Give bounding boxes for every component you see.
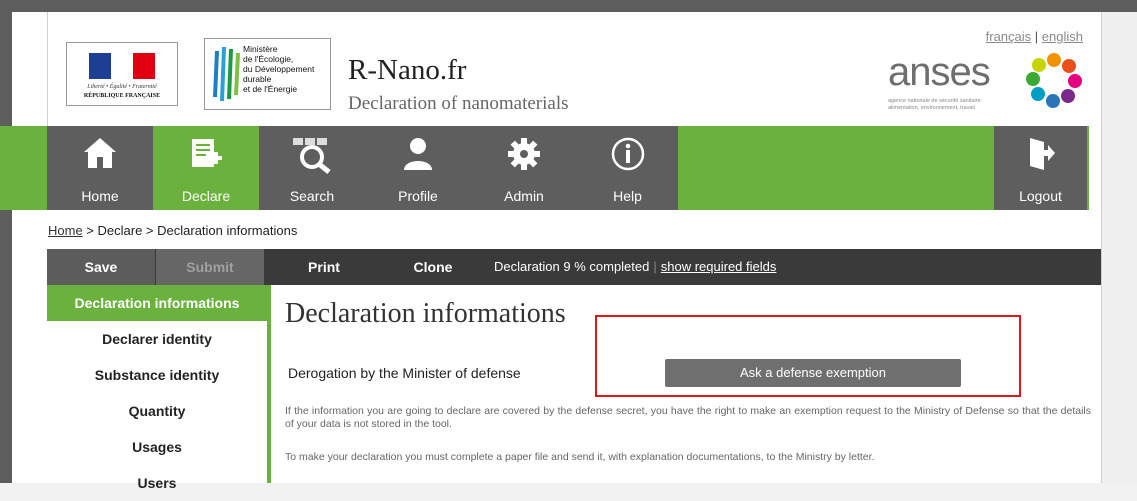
anses-tagline: agence nationale de sécurité sanitaire a… xyxy=(888,98,981,111)
declare-icon xyxy=(192,139,222,167)
breadcrumb-declare: Declare xyxy=(97,223,143,238)
anses-wordmark: anses xyxy=(888,50,991,94)
sidebar-item-declaration-informations[interactable]: Declaration informations xyxy=(47,285,267,321)
nav-admin[interactable]: Admin xyxy=(471,126,577,210)
derogation-label: Derogation by the Minister of defense xyxy=(288,365,521,381)
ministry-logo: Ministère de l'Écologie, du Développemen… xyxy=(204,38,331,110)
french-flag-icon xyxy=(89,53,155,79)
republique-francaise-logo: Liberté • Égalité • Fraternité RÉPUBLIQU… xyxy=(66,42,178,106)
window-left-border xyxy=(0,12,12,483)
profile-icon xyxy=(404,138,432,170)
sidebar-item-users[interactable]: Users xyxy=(47,465,267,501)
site-header: Liberté • Égalité • Fraternité RÉPUBLIQU… xyxy=(47,12,1102,138)
breadcrumb: Home > Declare > Declaration information… xyxy=(48,223,298,238)
ministry-text: Ministère de l'Écologie, du Développemen… xyxy=(243,44,315,94)
nav-spacer xyxy=(678,126,994,210)
gear-icon xyxy=(508,138,540,170)
nav-declare[interactable]: Declare xyxy=(153,126,259,210)
lang-english-link[interactable]: english xyxy=(1042,29,1083,44)
anses-flower-icon xyxy=(1026,53,1082,108)
info-icon xyxy=(611,137,644,171)
sidebar-item-usages[interactable]: Usages xyxy=(47,429,267,465)
site-subtitle: Declaration of nanomaterials xyxy=(348,93,569,114)
breadcrumb-current: Declaration informations xyxy=(157,223,298,238)
republic-motto: Liberté • Égalité • Fraternité xyxy=(87,84,157,90)
lang-separator: | xyxy=(1034,29,1039,44)
sidebar-item-quantity[interactable]: Quantity xyxy=(47,393,267,429)
anses-logo: anses agence nationale de sécurité sanit… xyxy=(888,50,1088,120)
ministry-stripes-icon xyxy=(213,47,240,101)
declaration-toolbar: Save Submit Print Clone Declaration 9 % … xyxy=(47,249,1101,285)
page-title: Declaration informations xyxy=(285,298,566,329)
paper-file-info: To make your declaration you must comple… xyxy=(285,451,875,463)
print-button[interactable]: Print xyxy=(270,249,378,285)
window-top-border xyxy=(0,0,1137,12)
language-switcher: français | english xyxy=(986,29,1083,44)
nav-home[interactable]: Home xyxy=(47,126,153,210)
nav-help[interactable]: Help xyxy=(577,126,678,210)
sidebar-item-declarer-identity[interactable]: Declarer identity xyxy=(47,321,267,357)
completion-text: Declaration 9 % completed xyxy=(494,259,650,274)
logout-icon xyxy=(1029,138,1055,170)
breadcrumb-home-link[interactable]: Home xyxy=(48,223,83,238)
republic-name: RÉPUBLIQUE FRANÇAISE xyxy=(83,93,161,99)
declaration-sidebar: Declaration informations Declarer identi… xyxy=(47,285,271,491)
right-gutter xyxy=(1101,12,1137,483)
save-button[interactable]: Save xyxy=(47,249,155,285)
highlight-box xyxy=(595,315,1021,397)
clone-button[interactable]: Clone xyxy=(379,249,487,285)
show-required-fields-link[interactable]: show required fields xyxy=(661,259,777,274)
submit-button[interactable]: Submit xyxy=(156,249,264,285)
nav-profile[interactable]: Profile xyxy=(365,126,471,210)
nav-search[interactable]: Search xyxy=(259,126,365,210)
defense-secret-info: If the information you are going to decl… xyxy=(285,405,1091,430)
home-icon xyxy=(84,138,116,168)
nav-logout[interactable]: Logout xyxy=(994,126,1087,210)
sidebar-item-substance-identity[interactable]: Substance identity xyxy=(47,357,267,393)
search-icon xyxy=(293,138,331,174)
site-title: R-Nano.fr xyxy=(348,54,467,86)
completion-status: Declaration 9 % completed | show required … xyxy=(494,259,777,274)
lang-french-link[interactable]: français xyxy=(986,29,1032,44)
